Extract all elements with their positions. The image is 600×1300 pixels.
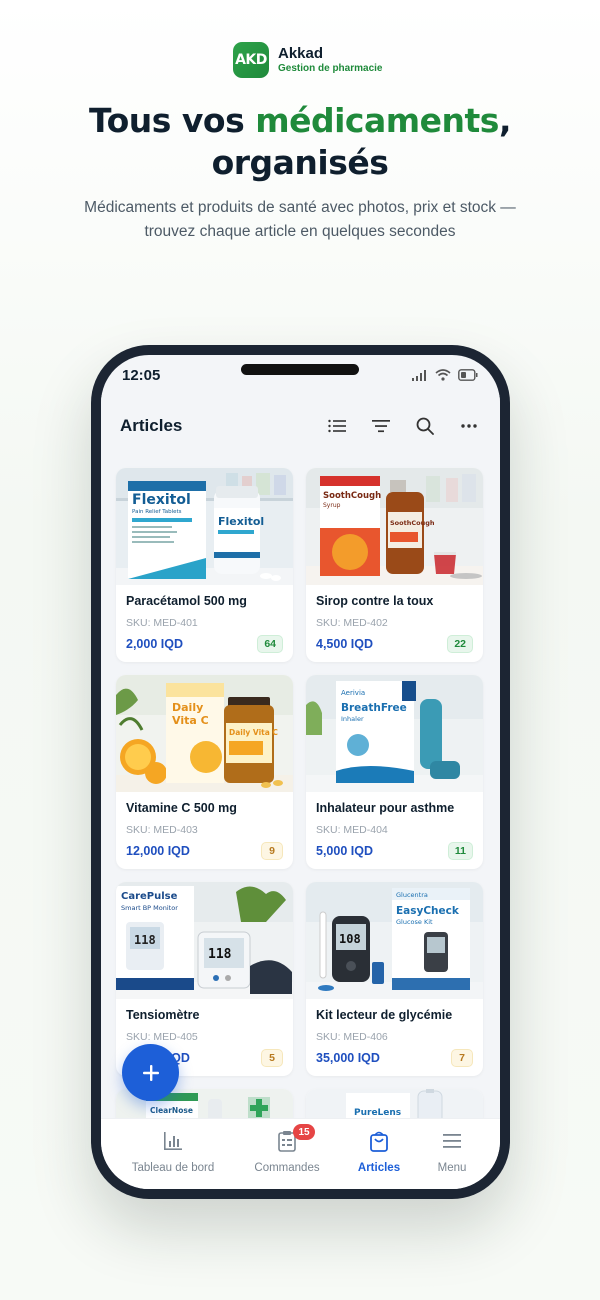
box-sublabel-soothcough: Syrup: [323, 502, 341, 509]
tab-label: Commandes: [254, 1162, 320, 1174]
product-card[interactable]: Flexitol Pain Relief Tablets Flexitol Pa…: [116, 468, 293, 662]
product-card[interactable]: SoothCough Syrup SoothCough Sirop contre…: [306, 468, 483, 662]
svg-text:SoothCough: SoothCough: [390, 519, 435, 527]
stock-badge: 9: [261, 842, 283, 860]
product-name: Inhalateur pour asthme: [316, 801, 455, 815]
stock-badge: 64: [257, 635, 283, 653]
product-grid: Flexitol Pain Relief Tablets Flexitol Pa…: [116, 468, 485, 1129]
box-sublabel-flexitol: Pain Relief Tablets: [132, 509, 182, 515]
box-sublabel-breathfree: Inhaler: [341, 715, 364, 723]
hero-title-line2: organisés: [211, 143, 389, 182]
product-sku: SKU: MED-404: [316, 824, 388, 836]
glucose-reading: 108: [339, 932, 361, 946]
page-title: Articles: [120, 416, 183, 435]
svg-text:Daily: Daily: [172, 701, 203, 714]
product-name: Sirop contre la toux: [316, 594, 434, 608]
stock-badge: 5: [261, 1049, 283, 1067]
box-label-easycheck: EasyCheck: [396, 905, 460, 917]
list-view-button[interactable]: [325, 414, 349, 438]
product-image: Flexitol Pain Relief Tablets Flexitol: [116, 468, 293, 585]
dynamic-island: [241, 364, 359, 375]
battery-icon: [458, 369, 478, 381]
product-sku: SKU: MED-405: [126, 1031, 198, 1043]
product-sku: SKU: MED-401: [126, 617, 198, 629]
menu-icon: [443, 1134, 461, 1148]
product-name: Paracétamol 500 mg: [126, 594, 247, 608]
product-image: Glucentra EasyCheck Glucose Kit 108: [306, 882, 483, 999]
bag-icon: [370, 1131, 388, 1152]
hero-subtitle: Médicaments et produits de santé avec ph…: [84, 199, 516, 240]
product-card[interactable]: Glucentra EasyCheck Glucose Kit 108 Kit …: [306, 882, 483, 1076]
product-image: SoothCough Syrup SoothCough: [306, 468, 483, 585]
product-image: CarePulse Smart BP Monitor 118 118: [116, 882, 293, 999]
product-sku: SKU: MED-402: [316, 617, 388, 629]
product-price: 12,000 IQD: [126, 844, 190, 858]
brand-header: AKD Akkad Gestion de pharmacie: [233, 42, 382, 78]
brand-logo: AKD: [233, 42, 269, 78]
orders-count-badge: 15: [293, 1124, 315, 1140]
product-name: Tensiomètre: [126, 1008, 200, 1022]
phone-screen: 12:05 Articles Flexitol Pain Relief Tabl…: [101, 355, 500, 1189]
box-label-purelens: PureLens: [354, 1108, 401, 1118]
signal-icon: [412, 369, 426, 381]
bar-chart-icon: [164, 1132, 182, 1150]
box-label-flexitol: Flexitol: [132, 492, 191, 508]
stock-badge: 11: [447, 842, 473, 860]
box-label-soothcough: SoothCough: [323, 491, 381, 501]
more-button[interactable]: [457, 414, 481, 438]
hero-title: Tous vos médicaments, organisés: [0, 100, 600, 184]
product-card[interactable]: Aerivia BreathFree Inhaler Inhalateur po…: [306, 675, 483, 869]
product-sku: SKU: MED-403: [126, 824, 198, 836]
search-button[interactable]: [413, 414, 437, 438]
product-price: 5,000 IQD: [316, 844, 373, 858]
wifi-icon: [435, 369, 451, 381]
product-name: Kit lecteur de glycémie: [316, 1008, 453, 1022]
product-sku: SKU: MED-406: [316, 1031, 388, 1043]
phone-frame: 12:05 Articles Flexitol Pain Relief Tabl…: [91, 345, 510, 1199]
brand-name: Akkad: [278, 45, 324, 62]
box-label-carepulse: CarePulse: [121, 891, 178, 902]
tab-label: Tableau de bord: [131, 1162, 215, 1174]
tab-orders[interactable]: 15 Commandes: [237, 1124, 337, 1174]
brand-tagline: Gestion de pharmacie: [278, 63, 383, 74]
box-brand-aerivia: Aerivia: [341, 689, 365, 697]
app-bar: Articles: [101, 395, 500, 457]
tab-menu[interactable]: Menu: [402, 1129, 500, 1174]
box-brand-glucentra: Glucentra: [396, 891, 428, 899]
product-price: 4,500 IQD: [316, 637, 373, 651]
filter-icon: [372, 420, 390, 433]
hero-title-accent: médicaments: [255, 101, 499, 140]
bp-reading: 118: [134, 933, 156, 947]
product-image: Daily Vita C Daily Vita C: [116, 675, 293, 792]
add-article-button[interactable]: [122, 1044, 179, 1101]
stock-badge: 7: [451, 1049, 473, 1067]
hero-title-prefix: Tous vos: [88, 101, 256, 140]
box-label-vitac: Daily Vita C: [229, 728, 278, 737]
search-icon: [416, 417, 434, 435]
tab-label: Menu: [437, 1162, 467, 1174]
box-label-clearnose: ClearNose: [150, 1106, 193, 1115]
stock-badge: 22: [447, 635, 473, 653]
svg-text:Flexitol: Flexitol: [218, 515, 264, 528]
hero-title-suffix: ,: [498, 101, 512, 140]
more-icon: [461, 424, 477, 428]
product-price: 2,000 IQD: [126, 637, 183, 651]
tab-dashboard[interactable]: Tableau de bord: [123, 1129, 223, 1174]
box-sublabel-carepulse: Smart BP Monitor: [121, 904, 178, 912]
status-icons: [412, 369, 478, 381]
product-name: Vitamine C 500 mg: [126, 801, 237, 815]
product-price: 35,000 IQD: [316, 1051, 380, 1065]
product-image: Aerivia BreathFree Inhaler: [306, 675, 483, 792]
bottom-tab-bar: Tableau de bord 15 Commandes Articles Me…: [101, 1118, 500, 1189]
svg-text:Vita C: Vita C: [172, 714, 209, 727]
box-label-breathfree: BreathFree: [341, 702, 407, 714]
list-view-icon: [328, 419, 346, 433]
svg-text:118: 118: [208, 947, 232, 962]
plus-icon: [142, 1064, 159, 1081]
box-sublabel-easycheck: Glucose Kit: [396, 918, 433, 926]
filter-button[interactable]: [369, 414, 393, 438]
product-card[interactable]: Daily Vita C Daily Vita C Vitamine C 500…: [116, 675, 293, 869]
status-time: 12:05: [122, 367, 161, 384]
